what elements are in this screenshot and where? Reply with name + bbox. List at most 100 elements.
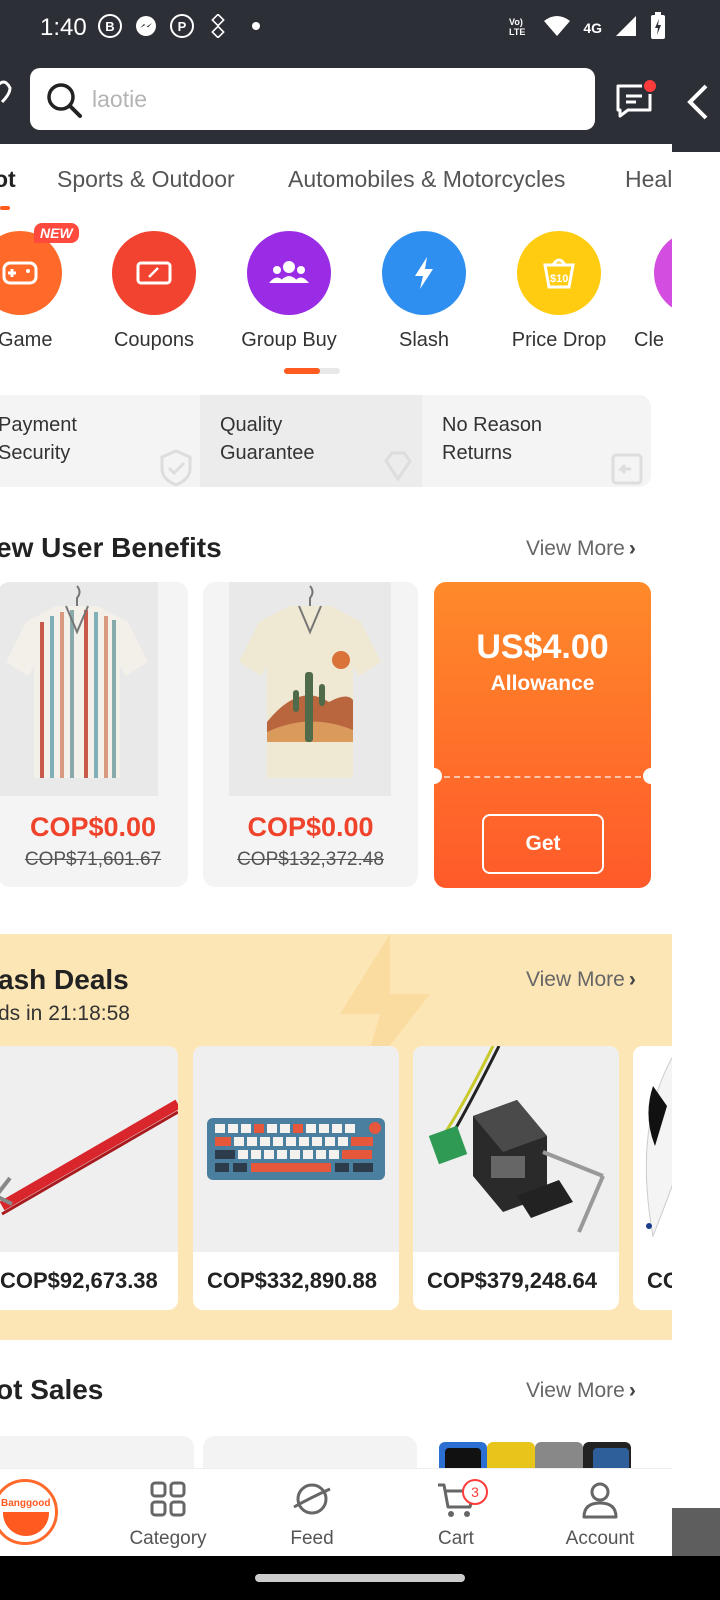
user-icon — [582, 1482, 618, 1519]
quick-group-buy[interactable]: Group Buy — [229, 231, 349, 352]
deal-card[interactable]: COP$379,248.64 — [413, 1046, 619, 1310]
new-user-view-more[interactable]: View More › — [526, 537, 636, 561]
product-image — [0, 1046, 178, 1252]
product-card[interactable]: COP$0.00 COP$71,601.67 — [0, 582, 188, 887]
cactus-shirt-image — [229, 582, 391, 796]
surfboard-image — [645, 1056, 672, 1238]
planet-icon — [293, 1483, 331, 1515]
red-rail-image — [0, 1099, 178, 1216]
flash-deals-view-more-label: View More — [526, 968, 625, 991]
deal-card[interactable]: CO — [633, 1046, 672, 1310]
product-image — [413, 1046, 619, 1252]
guarantee-payment-line2: Security — [0, 442, 71, 464]
right-edge-strip — [672, 152, 720, 1556]
puzzle-icon — [204, 12, 232, 40]
deal-price: CO — [647, 1268, 672, 1293]
product-image — [633, 1046, 672, 1252]
coupon-icon — [112, 231, 196, 315]
lightning-icon — [382, 231, 466, 315]
grid-icon — [150, 1481, 186, 1517]
app-content: ot Sports & Outdoor Automobiles & Motorc… — [0, 56, 672, 1556]
guarantee-returns-line2: Returns — [442, 442, 513, 464]
quick-price-drop[interactable]: $10 Price Drop — [499, 231, 619, 352]
quick-slash[interactable]: Slash — [364, 231, 484, 352]
nav-category-label: Category — [129, 1528, 207, 1549]
nav-account-label: Account — [565, 1528, 635, 1549]
new-user-benefits-title: ew User Benefits — [0, 532, 222, 563]
chevron-right-icon: › — [628, 968, 636, 991]
right-edge-bottom — [672, 1508, 720, 1556]
nav-feed-label: Feed — [290, 1528, 334, 1549]
search-input[interactable] — [92, 82, 572, 116]
messenger-icon — [132, 12, 160, 40]
group-icon — [247, 231, 331, 315]
quick-game-label: Game — [0, 329, 53, 351]
allowance-card[interactable]: US$4.00 Allowance Get — [434, 582, 651, 888]
flash-deals-section: ash Deals ds in 21:18:58 View More › COP$… — [0, 934, 672, 1340]
product-old-price: COP$71,601.67 — [24, 849, 162, 870]
clearance-icon — [654, 231, 672, 315]
quick-icons-row: NEW Game Coupons Group Buy Slash $10 Pri… — [0, 223, 672, 381]
allowance-label: Allowance — [490, 672, 595, 695]
nav-category[interactable]: Category — [108, 1477, 228, 1550]
quick-coupons[interactable]: Coupons — [94, 231, 214, 352]
guarantee-quality[interactable]: Quality Guarantee — [200, 395, 422, 487]
ticket-notch-left — [434, 768, 442, 784]
deal-card[interactable]: COP$92,673.38 — [0, 1046, 178, 1310]
cart-count-badge: 3 — [462, 1479, 488, 1505]
nav-cart[interactable]: Cart — [396, 1477, 516, 1550]
chevron-right-icon: › — [628, 537, 636, 560]
category-tabs: ot Sports & Outdoor Automobiles & Motorc… — [0, 144, 672, 214]
product-image — [229, 582, 391, 796]
striped-shirt-image — [0, 582, 158, 796]
tab-sports-outdoor[interactable]: Sports & Outdoor — [57, 166, 235, 193]
guarantee-quality-line2: Guarantee — [220, 442, 315, 464]
deal-price: COP$379,248.64 — [427, 1268, 598, 1293]
return-box-icon — [611, 453, 643, 485]
hot-sales-view-more[interactable]: View More › — [526, 1379, 636, 1403]
guarantee-payment-line1: Payment — [0, 414, 77, 436]
search-box[interactable] — [30, 68, 595, 130]
nav-account[interactable]: Account — [540, 1477, 660, 1550]
active-tab-indicator — [0, 206, 10, 210]
ticket-divider — [444, 776, 641, 778]
product-card[interactable]: COP$0.00 COP$132,372.48 — [203, 582, 418, 887]
side-drawer-peek[interactable] — [672, 56, 720, 152]
tab-automobiles[interactable]: Automobiles & Motorcycles — [288, 166, 565, 193]
cell-signal-icon — [614, 14, 638, 41]
guarantee-payment[interactable]: Payment Security — [0, 395, 200, 487]
guarantee-returns[interactable]: No Reason Returns — [422, 395, 651, 487]
system-navigation-bar — [0, 1556, 720, 1600]
flash-deals-countdown: ds in 21:18:58 — [0, 1002, 130, 1025]
guarantee-returns-line1: No Reason — [442, 414, 543, 436]
home-logo-button[interactable]: Banggood — [0, 1479, 58, 1545]
location-icon[interactable] — [0, 80, 14, 110]
new-badge: NEW — [34, 223, 79, 243]
tab-health[interactable]: Heal — [625, 166, 672, 193]
ticket-notch-right — [643, 768, 651, 784]
b-app-icon: B — [98, 14, 122, 38]
quick-icons-scroll-indicator — [284, 368, 340, 374]
deal-card[interactable]: COP$332,890.88 — [193, 1046, 399, 1310]
network-type: 4G — [583, 19, 602, 36]
chevron-right-icon: › — [628, 1379, 636, 1402]
keyboard-image — [207, 1118, 385, 1180]
app-notification-icon: P — [170, 14, 194, 38]
status-time: 1:40 — [40, 14, 87, 41]
home-gesture-handle[interactable] — [255, 1574, 465, 1582]
price-tag-icon: $10 — [517, 231, 601, 315]
quick-game[interactable]: NEW Game — [0, 223, 80, 352]
status-bar: 1:40 B P Vo) LTE 4G — [0, 0, 720, 56]
get-allowance-button[interactable]: Get — [482, 814, 604, 874]
laser-module-image — [428, 1046, 605, 1233]
svg-text:LTE: LTE — [509, 27, 525, 37]
hot-sales-title: ot Sales — [0, 1374, 104, 1405]
flash-deals-view-more[interactable]: View More › — [526, 968, 636, 992]
back-arrow-icon[interactable] — [684, 82, 710, 122]
quick-clearance[interactable]: Cle — [634, 231, 672, 352]
unread-dot — [642, 78, 658, 94]
tab-hot[interactable]: ot — [0, 166, 16, 193]
product-price: COP$0.00 — [247, 812, 374, 842]
more-dot-icon — [242, 12, 270, 40]
nav-feed[interactable]: Feed — [252, 1477, 372, 1550]
